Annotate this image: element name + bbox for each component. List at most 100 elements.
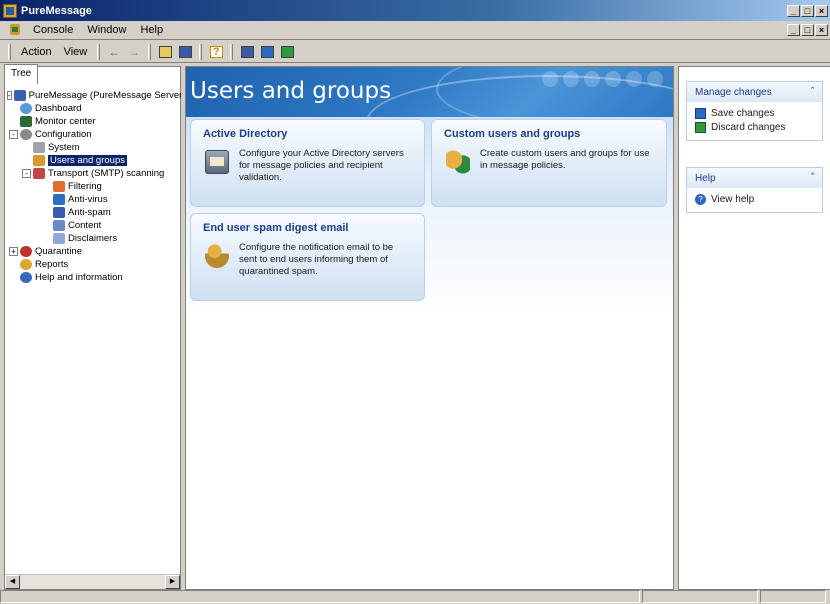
collapse-up-icon[interactable]: ˆ — [811, 172, 814, 182]
show-hide-tree-icon[interactable] — [176, 43, 194, 61]
child-close-button[interactable]: × — [815, 24, 828, 36]
panel-body: ? View help — [687, 188, 822, 212]
status-cell — [760, 590, 826, 603]
tree-tab[interactable]: Tree — [4, 64, 38, 84]
tree-pane: - PureMessage (PureMessage Server) Dashb… — [4, 66, 186, 590]
filter-icon — [53, 181, 65, 192]
view-help-link[interactable]: ? View help — [695, 192, 814, 206]
action-menu[interactable]: Action — [15, 46, 58, 58]
discard-icon[interactable] — [278, 43, 296, 61]
minimize-button[interactable]: _ — [787, 4, 800, 17]
tree-node-label: PureMessage (PureMessage Server) — [28, 90, 186, 101]
main-pane: Users and groups Active Directory Config… — [185, 66, 674, 590]
tree-node-label: Transport (SMTP) scanning — [48, 168, 165, 179]
app-icon — [3, 3, 17, 18]
toolbar-grip — [8, 43, 11, 60]
toolbar-separator — [148, 43, 152, 60]
toolbar-separator — [97, 43, 101, 60]
settings-icon[interactable] — [238, 43, 256, 61]
child-restore-button[interactable]: □ — [801, 24, 814, 36]
shield-icon — [33, 168, 45, 179]
menu-bar: Console Window Help _ □ × — [0, 21, 830, 40]
menu-console[interactable]: Console — [26, 24, 80, 36]
expand-icon[interactable]: + — [9, 247, 18, 256]
system-icon — [33, 142, 45, 153]
help-icon[interactable]: ? — [207, 43, 225, 61]
collapse-icon[interactable]: - — [9, 130, 18, 139]
tree-node-label: Quarantine — [35, 246, 83, 257]
tree-node-label: Help and information — [35, 272, 123, 283]
scroll-left-icon[interactable]: ◀ — [5, 575, 20, 589]
card-description: Configure your Active Directory servers … — [239, 148, 404, 183]
tree-node-reports[interactable]: Reports — [7, 258, 180, 271]
panel-header[interactable]: Help ˆ — [687, 168, 822, 188]
tree-node-label: Anti-spam — [68, 207, 111, 218]
tree-node-dashboard[interactable]: Dashboard — [7, 102, 180, 115]
spam-digest-card[interactable]: End user spam digest email Configure the… — [190, 213, 425, 301]
antivirus-icon — [53, 194, 65, 205]
back-arrow-icon[interactable]: ← — [105, 43, 123, 61]
menu-window[interactable]: Window — [80, 24, 133, 36]
actions-pane: Manage changes ˆ Save changes Discard ch… — [678, 66, 830, 590]
tree-node-anti-virus[interactable]: Anti-virus — [7, 193, 180, 206]
panel-title: Help — [695, 173, 716, 184]
child-minimize-button[interactable]: _ — [787, 24, 800, 36]
action-label: View help — [711, 193, 755, 205]
tree-node-disclaimers[interactable]: Disclaimers — [7, 232, 180, 245]
tree-node-users-and-groups[interactable]: Users and groups — [7, 154, 180, 167]
forward-arrow-icon[interactable]: → — [125, 43, 143, 61]
reports-icon — [20, 259, 32, 270]
card-title[interactable]: End user spam digest email — [203, 222, 349, 234]
tree-node-monitor[interactable]: Monitor center — [7, 115, 180, 128]
panel-header[interactable]: Manage changes ˆ — [687, 82, 822, 102]
tree-node-label: Monitor center — [35, 116, 96, 127]
tree-node-label: Disclaimers — [68, 233, 118, 244]
menu-help[interactable]: Help — [133, 24, 170, 36]
collapse-icon[interactable]: - — [22, 169, 31, 178]
card-description: Create custom users and groups for use i… — [480, 148, 650, 171]
status-cell — [642, 590, 758, 603]
help-icon: ? — [695, 193, 706, 205]
tree-node-label: Users and groups — [48, 155, 127, 166]
view-menu[interactable]: View — [58, 46, 94, 58]
save-changes-link[interactable]: Save changes — [695, 106, 814, 120]
up-folder-icon[interactable] — [156, 43, 174, 61]
panel-body: Save changes Discard changes — [687, 102, 822, 140]
tree-node-system[interactable]: System — [7, 141, 180, 154]
spam-digest-icon — [205, 244, 229, 268]
toolbar-separator — [199, 43, 203, 60]
tree-node-content[interactable]: Content — [7, 219, 180, 232]
tree-node-transport-scanning[interactable]: - Transport (SMTP) scanning — [7, 167, 180, 180]
active-directory-card[interactable]: Active Directory Configure your Active D… — [190, 119, 425, 207]
window-titlebar: PureMessage _ □ × — [0, 0, 830, 21]
header-banner: Users and groups — [186, 67, 673, 117]
collapse-up-icon[interactable]: ˆ — [811, 86, 814, 96]
manage-changes-panel: Manage changes ˆ Save changes Discard ch… — [686, 81, 823, 141]
tree-node-filtering[interactable]: Filtering — [7, 180, 180, 193]
help-panel: Help ˆ ? View help — [686, 167, 823, 213]
collapse-icon[interactable]: - — [7, 91, 12, 100]
save-icon — [695, 107, 706, 119]
tree-horizontal-scrollbar[interactable]: ◀ ▶ — [5, 574, 180, 589]
tree-node-root[interactable]: - PureMessage (PureMessage Server) — [7, 89, 186, 102]
custom-users-groups-card[interactable]: Custom users and groups Create custom us… — [431, 119, 667, 207]
quarantine-icon — [20, 246, 32, 257]
close-button[interactable]: × — [815, 4, 828, 17]
card-title[interactable]: Active Directory — [203, 128, 287, 140]
tree-list: - PureMessage (PureMessage Server) Dashb… — [7, 89, 186, 284]
tree-node-label: Configuration — [35, 129, 92, 140]
scroll-right-icon[interactable]: ▶ — [165, 575, 180, 589]
action-label: Discard changes — [711, 121, 786, 133]
tree-node-configuration[interactable]: - Configuration — [7, 128, 180, 141]
save-icon[interactable] — [258, 43, 276, 61]
maximize-button[interactable]: □ — [801, 4, 814, 17]
tree-node-quarantine[interactable]: + Quarantine — [7, 245, 180, 258]
discard-changes-link[interactable]: Discard changes — [695, 120, 814, 134]
configuration-icon — [20, 129, 32, 140]
tree-node-anti-spam[interactable]: Anti-spam — [7, 206, 180, 219]
page-title: Users and groups — [190, 78, 392, 104]
card-title[interactable]: Custom users and groups — [444, 128, 580, 140]
tree-node-label: Content — [68, 220, 102, 231]
banner-decoration — [542, 71, 663, 87]
tree-node-help-and-information[interactable]: Help and information — [7, 271, 180, 284]
